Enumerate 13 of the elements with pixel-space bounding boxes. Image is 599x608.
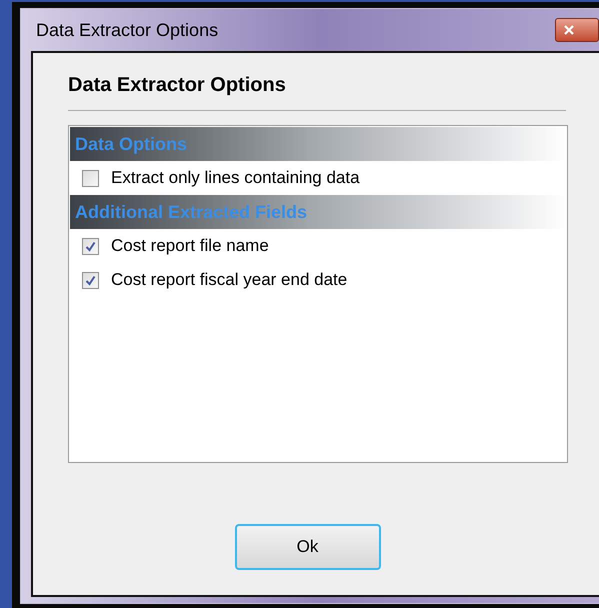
checkmark-icon	[85, 274, 96, 286]
checkmark-icon	[85, 240, 96, 252]
close-icon	[564, 25, 574, 35]
option-label: Cost report fiscal year end date	[111, 269, 348, 292]
checkbox[interactable]	[82, 238, 99, 254]
checkbox[interactable]	[82, 170, 99, 186]
dialog-heading: Data Extractor Options	[68, 73, 287, 98]
ok-button[interactable]: Ok	[234, 524, 380, 570]
close-button[interactable]	[555, 18, 599, 42]
option-label: Cost report file name	[111, 235, 269, 258]
option-label: Extract only lines containing data	[111, 167, 360, 190]
checkbox[interactable]	[82, 272, 99, 288]
window-title: Data Extractor Options	[36, 18, 218, 42]
